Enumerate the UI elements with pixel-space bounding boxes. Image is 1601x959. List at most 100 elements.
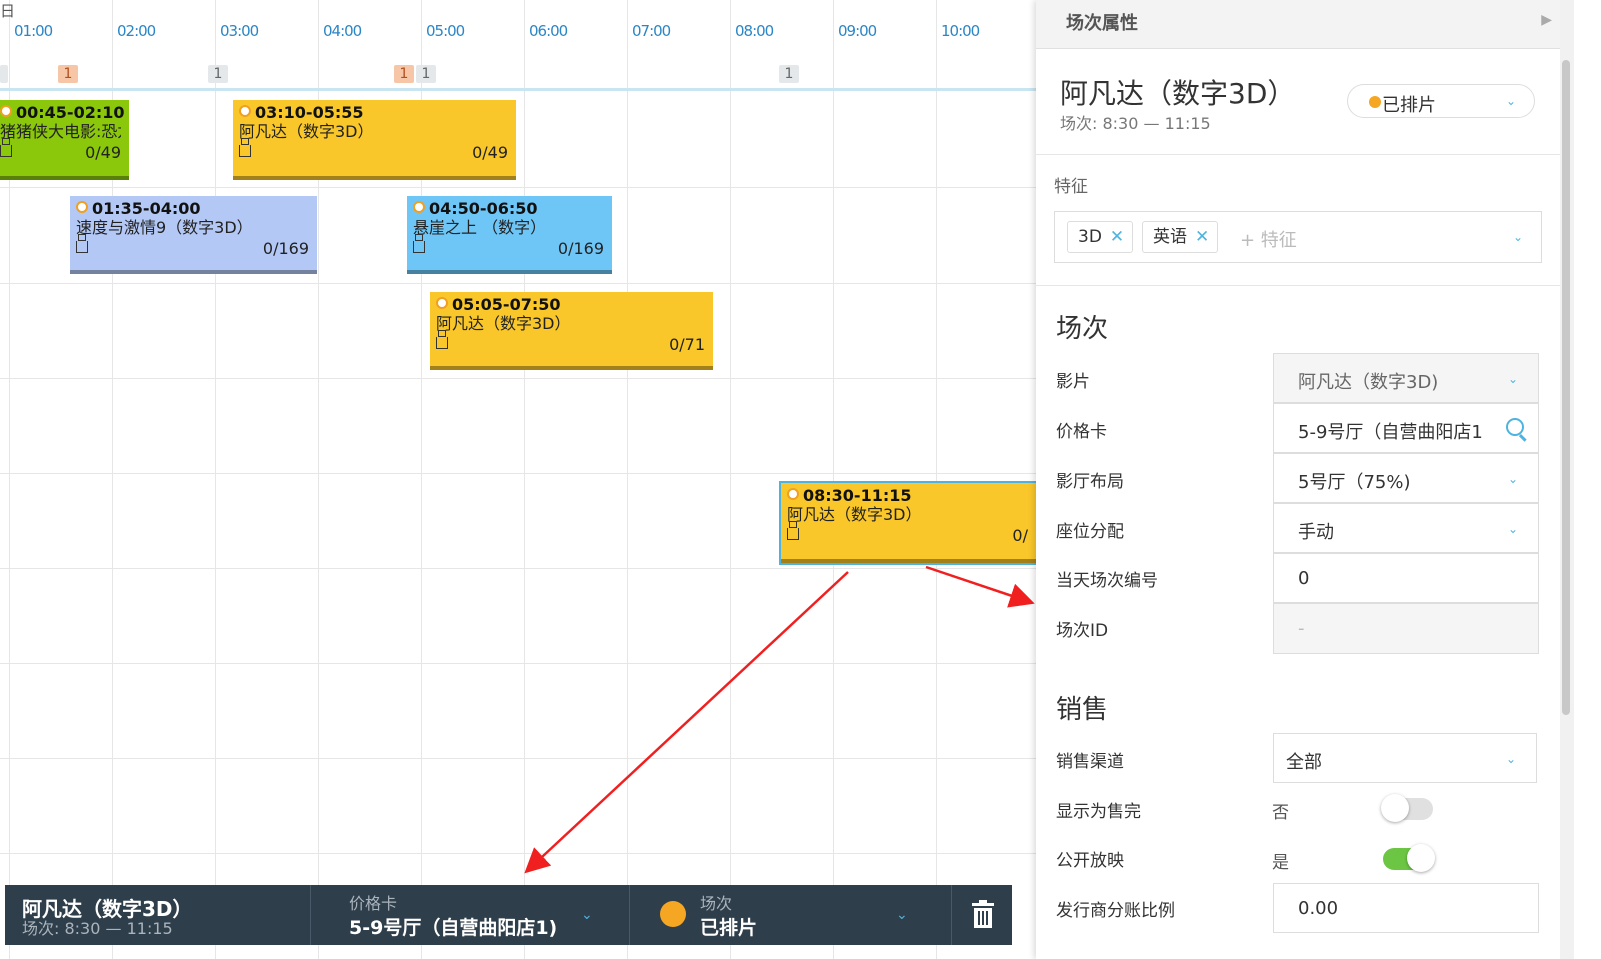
clock-icon: [239, 105, 251, 117]
status-select[interactable]: 已排片 ⌄: [1347, 84, 1535, 118]
price-card-label: 价格卡: [1056, 422, 1107, 442]
chevron-down-icon: ⌄: [581, 907, 593, 923]
session-block[interactable]: 03:10-05:55 阿凡达（数字3D） 0/49: [233, 100, 516, 180]
hall-layout-select[interactable]: 5号厅（75%) ⌄: [1273, 453, 1539, 503]
trash-icon: [972, 900, 994, 928]
panel-title: 场次属性: [1066, 13, 1138, 34]
session-occupancy: 0/169: [557, 239, 604, 258]
features-select[interactable]: 3D ✕ 英语 ✕ + 特征 ⌄: [1054, 211, 1542, 263]
close-icon[interactable]: ✕: [1195, 227, 1209, 247]
session-time-text: 04:50-06:50: [429, 199, 538, 218]
session-id-field: -: [1273, 603, 1539, 654]
session-title: 阿凡达（数字3D）: [787, 505, 922, 524]
divider: [1036, 154, 1560, 155]
session-occupancy: 0/49: [85, 143, 121, 162]
bar-session-status-select[interactable]: 场次 已排片 ⌄: [630, 885, 930, 945]
grid-row-line: [0, 473, 1058, 474]
divider: [1036, 285, 1560, 286]
seat-icon: [0, 138, 12, 157]
hour-label: 03:00: [220, 22, 259, 40]
public-screening-toggle[interactable]: [1383, 844, 1435, 872]
seat-icon: [413, 234, 425, 253]
clock-icon: [413, 201, 425, 213]
session-time: 08:30-11:15: [787, 486, 1056, 505]
hour-label: 09:00: [838, 22, 877, 40]
session-footer: 0/71: [436, 330, 705, 355]
film-select[interactable]: 阿凡达（数字3D) ⌄: [1273, 353, 1539, 403]
bar-session-label: 场次: [700, 894, 733, 913]
grid-line: [936, 0, 937, 959]
count-badge: 1: [58, 65, 78, 83]
film-value: 阿凡达（数字3D): [1298, 372, 1439, 393]
sales-channel-value: 全部: [1286, 752, 1322, 773]
toggle-knob: [1381, 794, 1409, 822]
distributor-share-value: 0.00: [1298, 898, 1339, 919]
panel-scrollbar-thumb[interactable]: [1562, 60, 1570, 715]
session-time-text: 01:35-04:00: [92, 199, 201, 218]
sales-channel-select[interactable]: 全部 ⌄: [1273, 733, 1537, 783]
session-block-selected[interactable]: 08:30-11:15 阿凡达（数字3D） 0/: [779, 481, 1058, 565]
hour-label: 06:00: [529, 22, 568, 40]
session-time: 00:45-02:10: [0, 103, 125, 122]
price-card-input[interactable]: 5-9号厅（自营曲阳店1: [1273, 403, 1539, 453]
seat-allocation-select[interactable]: 手动 ⌄: [1273, 503, 1539, 553]
grid-row-line: [0, 853, 1058, 854]
session-time: 03:10-05:55: [239, 103, 508, 122]
feature-tag-label: 3D: [1078, 227, 1102, 247]
chevron-down-icon: ⌄: [1507, 472, 1518, 486]
delete-button[interactable]: [952, 885, 1012, 945]
grid-row-line: [0, 378, 1058, 379]
grid-line: [730, 0, 731, 959]
chevron-down-icon: ⌄: [1505, 94, 1516, 108]
grid-line: [627, 0, 628, 959]
hall-layout-label: 影厅布局: [1056, 472, 1124, 492]
count-badge: 1: [394, 65, 414, 83]
search-icon[interactable]: [1506, 418, 1524, 436]
session-block[interactable]: 00:45-02:10 猪猪侠大电影:恐龙 0/49: [0, 100, 129, 180]
session-occupancy: 0/169: [262, 239, 309, 258]
count-badge: 1: [416, 65, 436, 83]
session-block[interactable]: 05:05-07:50 阿凡达（数字3D） 0/71: [430, 292, 713, 370]
day-label: 日: [0, 2, 16, 20]
feature-tag-label: 英语: [1153, 227, 1187, 247]
daily-number-input[interactable]: 0: [1273, 553, 1539, 603]
chevron-down-icon: ⌄: [896, 907, 908, 923]
session-footer: 0/169: [76, 234, 309, 259]
header-separator: [0, 88, 1058, 91]
hour-label: 10:00: [941, 22, 980, 40]
hour-label: 02:00: [117, 22, 156, 40]
schedule-timeline[interactable]: 日 01:00 02:00 03:00 04:00 05:00 06:00 07…: [0, 0, 1058, 959]
section-title-sales: 销售: [1056, 695, 1109, 725]
session-time-text: 00:45-02:10: [16, 103, 125, 122]
daily-number-label: 当天场次编号: [1056, 571, 1158, 591]
feature-placeholder[interactable]: + 特征: [1240, 226, 1297, 252]
seat-allocation-value: 手动: [1298, 522, 1334, 543]
panel-movie-title: 阿凡达（数字3D）: [1060, 77, 1296, 110]
session-occupancy: 0/71: [669, 335, 705, 354]
session-title: 阿凡达（数字3D）: [436, 314, 571, 333]
session-block[interactable]: 04:50-06:50 悬崖之上 （数字） 0/169: [407, 196, 612, 274]
session-id-label: 场次ID: [1056, 621, 1109, 641]
bar-session-value: 已排片: [700, 917, 758, 939]
distributor-share-label: 发行商分账比例: [1056, 901, 1175, 921]
session-title: 猪猪侠大电影:恐龙: [0, 122, 121, 141]
grid-line: [524, 0, 525, 959]
grid-line: [215, 0, 216, 959]
chevron-down-icon: ⌄: [1505, 752, 1516, 766]
close-icon[interactable]: ✕: [1110, 227, 1124, 247]
sold-out-toggle[interactable]: [1381, 794, 1433, 822]
bar-movie-time: 场次: 8:30 — 11:15: [22, 919, 173, 938]
selected-session-bar: 阿凡达（数字3D） 场次: 8:30 — 11:15 价格卡 5-9号厅（自营曲…: [5, 885, 1012, 945]
session-block[interactable]: 01:35-04:00 速度与激情9（数字3D） 0/169: [70, 196, 317, 274]
feature-tag: 3D ✕: [1067, 221, 1134, 253]
distributor-share-input[interactable]: 0.00: [1273, 883, 1539, 933]
session-time-text: 08:30-11:15: [803, 486, 912, 505]
bar-price-card-select[interactable]: 价格卡 5-9号厅（自营曲阳店1) ⌄: [311, 885, 629, 945]
session-time-text: 05:05-07:50: [452, 295, 561, 314]
session-time: 05:05-07:50: [436, 295, 705, 314]
chevron-right-icon[interactable]: ▶: [1541, 12, 1552, 28]
status-dot-icon: [1369, 96, 1381, 108]
hour-label: 07:00: [632, 22, 671, 40]
clock-icon: [787, 488, 799, 500]
features-label: 特征: [1054, 177, 1088, 197]
